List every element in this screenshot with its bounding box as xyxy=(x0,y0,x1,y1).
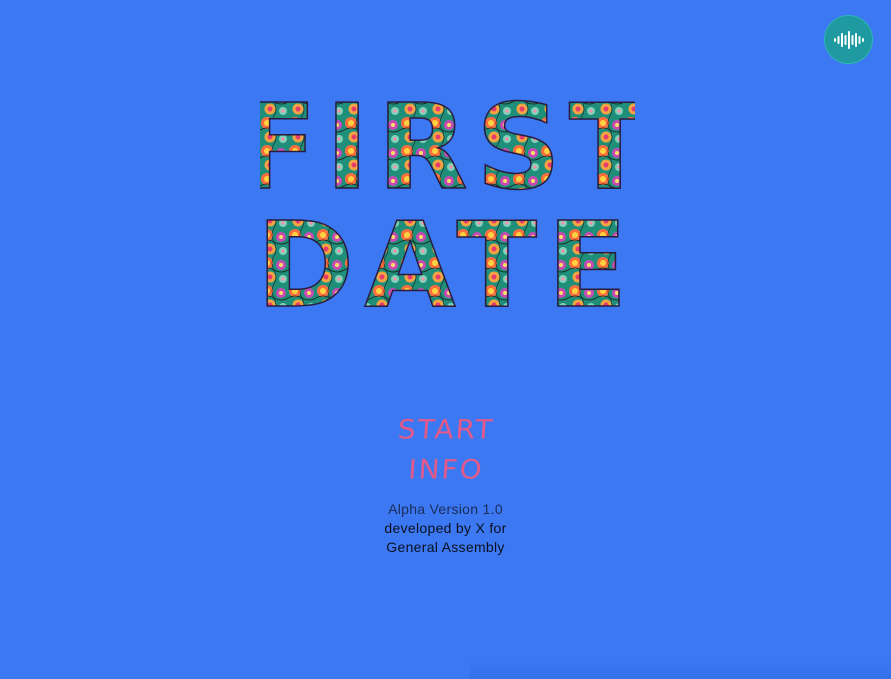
audio-waveform-icon xyxy=(833,30,864,49)
bottom-shadow xyxy=(470,655,891,679)
credit-line-1: developed by X for xyxy=(384,520,507,536)
credit-line-2: General Assembly xyxy=(386,539,505,555)
audio-toggle-button[interactable] xyxy=(824,15,873,64)
info-menu-row: INFO xyxy=(0,450,891,490)
game-title-logo: FIRST DATE xyxy=(260,60,635,320)
start-button[interactable]: START xyxy=(374,411,517,449)
credits: Alpha Version 1.0 developed by X for Gen… xyxy=(0,500,891,557)
version-text: Alpha Version 1.0 xyxy=(388,501,503,517)
info-button[interactable]: INFO xyxy=(374,451,517,489)
title-screen: FIRST DATE START INFO Alpha Version 1.0 … xyxy=(0,0,891,679)
title-line-date: DATE xyxy=(260,196,635,320)
start-menu-row: START xyxy=(0,410,891,450)
